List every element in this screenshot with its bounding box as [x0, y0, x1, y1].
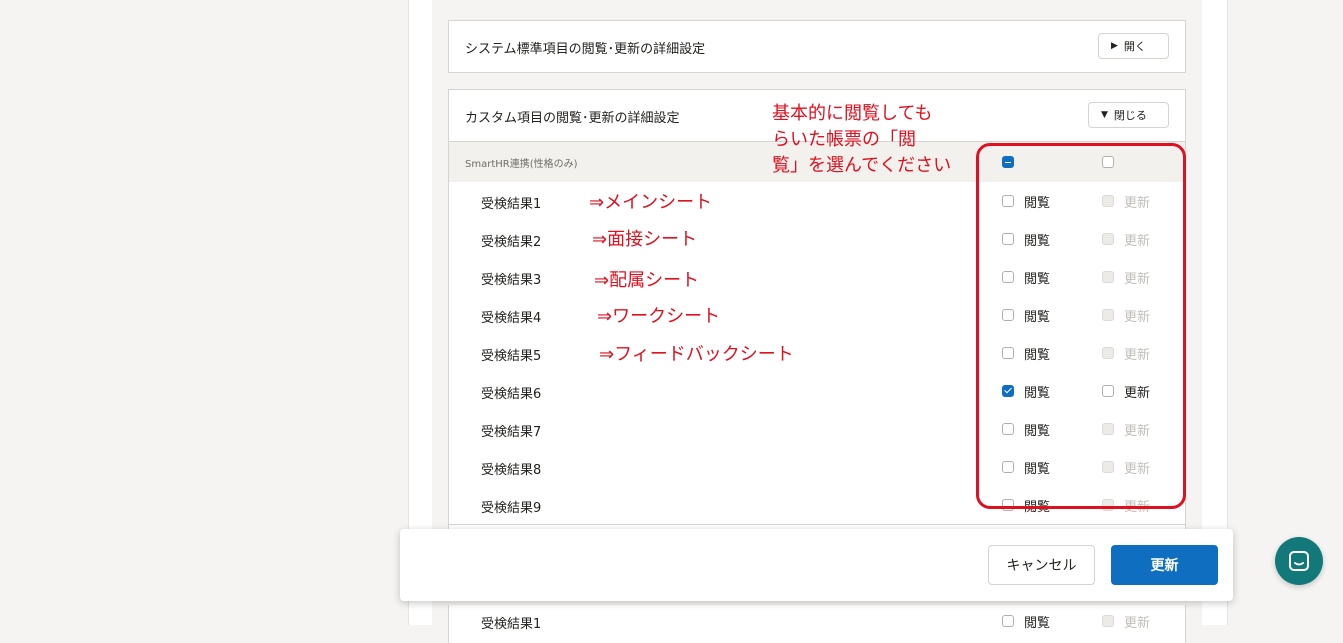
system-section-title: システム標準項目の閲覧･更新の詳細設定	[465, 42, 706, 57]
group-label: SmartHR連携(性格のみ)	[465, 159, 578, 170]
open-button[interactable]: ▶ 開く	[1098, 33, 1169, 59]
annotation-note-1: ⇒メインシート	[589, 192, 713, 213]
row-label: 受検結果9	[481, 501, 542, 516]
update-checkbox	[1102, 615, 1114, 627]
close-button[interactable]: ▼ 閉じる	[1088, 102, 1169, 128]
annotation-instruction-line2: らいた帳票の「閲	[772, 129, 916, 150]
row-label: 受検結果2	[481, 235, 542, 250]
row-label: 受検結果5	[481, 349, 542, 364]
row-label: 受検結果7	[481, 425, 542, 440]
row-label: 受検結果1	[481, 197, 542, 212]
row-label: 受検結果8	[481, 463, 542, 478]
annotation-instruction: 基本的に閲覧しても らいた帳票の「閲 覧」を選んでください	[772, 101, 951, 179]
chat-button[interactable]	[1275, 537, 1323, 585]
table-row-bottom: 受検結果1 閲覧 更新	[448, 605, 1186, 643]
action-bar: キャンセル 更新	[400, 529, 1233, 601]
open-button-label: 開く	[1123, 40, 1146, 53]
custom-section-title: カスタム項目の閲覧･更新の詳細設定	[465, 111, 680, 126]
system-items-section: システム標準項目の閲覧･更新の詳細設定 ▶ 開く	[448, 20, 1186, 73]
caret-right-icon: ▶	[1111, 41, 1118, 51]
annotation-highlight-box	[976, 143, 1186, 509]
annotation-note-5: ⇒フィードバックシート	[599, 344, 794, 365]
annotation-note-2: ⇒面接シート	[592, 229, 698, 250]
row-label: 受検結果6	[481, 387, 542, 402]
annotation-instruction-line1: 基本的に閲覧しても	[772, 103, 933, 124]
annotation-instruction-line3: 覧」を選んでください	[772, 155, 952, 176]
chat-icon	[1289, 551, 1309, 571]
update-button[interactable]: 更新	[1111, 545, 1218, 585]
row-label: 受検結果4	[481, 311, 542, 326]
caret-down-icon: ▼	[1101, 110, 1108, 120]
cancel-button[interactable]: キャンセル	[988, 545, 1095, 585]
annotation-note-4: ⇒ワークシート	[597, 306, 721, 327]
close-button-label: 閉じる	[1113, 109, 1147, 122]
annotation-note-3: ⇒配属シート	[594, 270, 700, 291]
view-checkbox[interactable]	[1002, 615, 1014, 627]
row-label: 受検結果1	[481, 617, 542, 632]
row-label: 受検結果3	[481, 273, 542, 288]
update-label: 更新	[1124, 616, 1151, 631]
view-label: 閲覧	[1024, 616, 1051, 631]
